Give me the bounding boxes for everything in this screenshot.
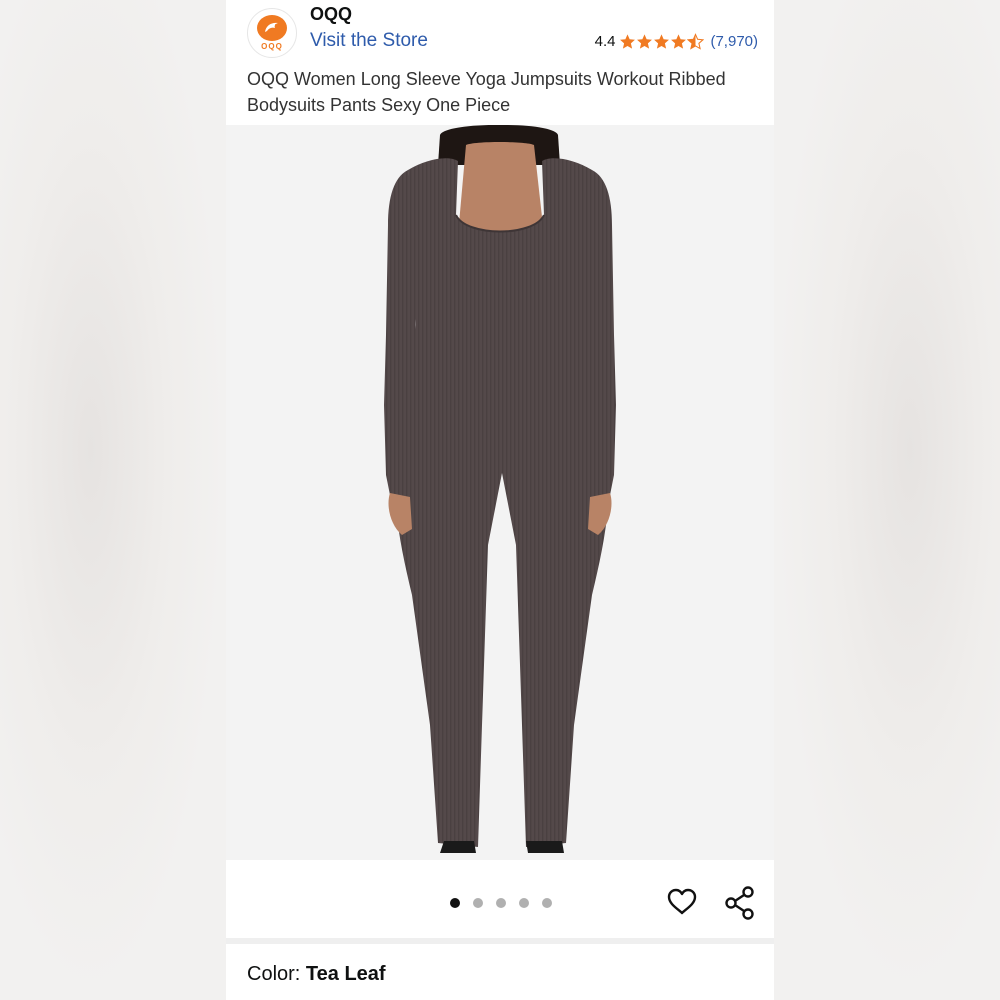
star-icon bbox=[620, 34, 636, 49]
background-blur-right bbox=[774, 0, 1000, 1000]
color-selector[interactable]: Color: Tea Leaf bbox=[247, 963, 386, 986]
star-half-icon bbox=[687, 33, 705, 50]
gallery-dot[interactable] bbox=[473, 898, 483, 908]
gallery-controls bbox=[226, 860, 774, 938]
rating-summary[interactable]: 4.4 (7,970) bbox=[595, 33, 758, 50]
wishlist-button[interactable] bbox=[666, 886, 698, 918]
gallery-dot[interactable] bbox=[542, 898, 552, 908]
product-image[interactable] bbox=[226, 125, 774, 860]
color-label: Color: bbox=[247, 963, 306, 985]
gallery-dot[interactable] bbox=[496, 898, 506, 908]
heart-icon bbox=[667, 888, 697, 915]
background-blur-left bbox=[0, 0, 226, 1000]
star-icon bbox=[671, 34, 687, 49]
gallery-dot-active[interactable] bbox=[450, 898, 460, 908]
store-name[interactable]: OQQ bbox=[310, 4, 352, 25]
product-page: OQQ OQQ Visit the Store 4.4 (7,970) OQQ … bbox=[226, 0, 774, 1000]
rating-count-link[interactable]: (7,970) bbox=[710, 33, 758, 50]
rating-value: 4.4 bbox=[594, 33, 616, 50]
share-icon bbox=[725, 886, 754, 920]
star-icon bbox=[654, 34, 670, 49]
store-logo[interactable]: OQQ bbox=[247, 8, 297, 58]
gallery-pagination[interactable] bbox=[450, 898, 552, 908]
gallery-dot[interactable] bbox=[519, 898, 529, 908]
star-icon bbox=[637, 34, 653, 49]
share-button[interactable] bbox=[724, 886, 756, 920]
section-divider bbox=[226, 938, 774, 944]
star-rating bbox=[619, 33, 705, 50]
visit-store-link[interactable]: Visit the Store bbox=[310, 30, 428, 52]
jumpsuit-model-image bbox=[384, 125, 616, 853]
product-header: OQQ OQQ Visit the Store 4.4 (7,970) OQQ … bbox=[226, 0, 774, 125]
color-value: Tea Leaf bbox=[305, 963, 386, 985]
product-title: OQQ Women Long Sleeve Yoga Jumpsuits Wor… bbox=[247, 69, 726, 115]
logo-text: OQQ bbox=[261, 42, 283, 51]
dolphin-logo-icon bbox=[257, 15, 287, 41]
